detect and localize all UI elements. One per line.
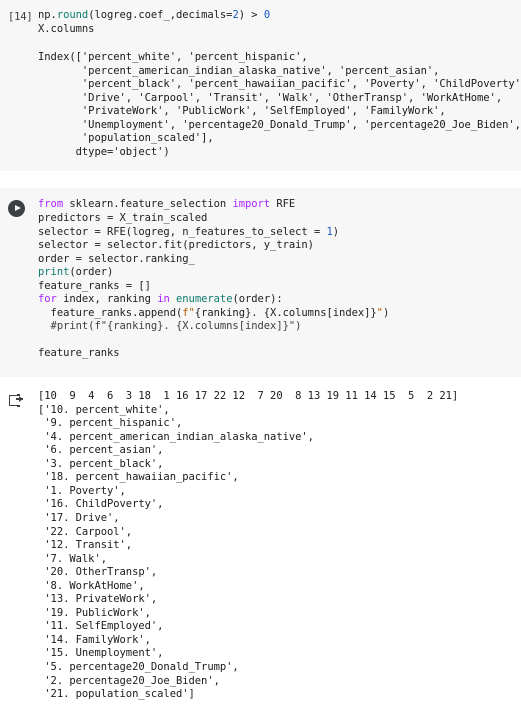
code-cell-14[interactable]: [14] np.round(logreg.coef_,decimals=2) >… xyxy=(0,0,521,172)
output-cell: [10 9 4 6 3 18 1 16 17 22 12 7 20 8 13 1… xyxy=(0,383,521,710)
output-gutter[interactable] xyxy=(0,383,38,408)
feature-ranks-output: ['10. percent_white', '9. percent_hispan… xyxy=(38,403,314,701)
code-cell-rfe-body[interactable]: from sklearn.feature_selection import RF… xyxy=(38,188,521,377)
columns-index-output: Index(['percent_white', 'percent_hispani… xyxy=(38,51,521,158)
code-cell-14-output: Index(['percent_white', 'percent_hispani… xyxy=(38,45,521,171)
execution-count-label: [14] xyxy=(8,11,33,23)
output-gutter-14 xyxy=(0,45,38,56)
output-arrow-icon[interactable] xyxy=(9,394,23,408)
run-cell-gutter[interactable] xyxy=(0,188,38,218)
cell-gap xyxy=(0,171,521,189)
code-cell-rfe[interactable]: from sklearn.feature_selection import RF… xyxy=(0,188,521,378)
code-cell-14-body[interactable]: np.round(logreg.coef_,decimals=2) > 0 X.… xyxy=(38,0,521,45)
run-cell-button[interactable] xyxy=(8,200,25,218)
output-body: [10 9 4 6 3 18 1 16 17 22 12 7 20 8 13 1… xyxy=(38,383,521,710)
notebook: [14] np.round(logreg.coef_,decimals=2) >… xyxy=(0,0,521,710)
code-cell-14-source[interactable]: np.round(logreg.coef_,decimals=2) > 0 X.… xyxy=(38,9,515,36)
code-cell-rfe-source[interactable]: from sklearn.feature_selection import RF… xyxy=(38,198,515,361)
ranking-array-output: [10 9 4 6 3 18 1 16 17 22 12 7 20 8 13 1… xyxy=(38,390,459,403)
